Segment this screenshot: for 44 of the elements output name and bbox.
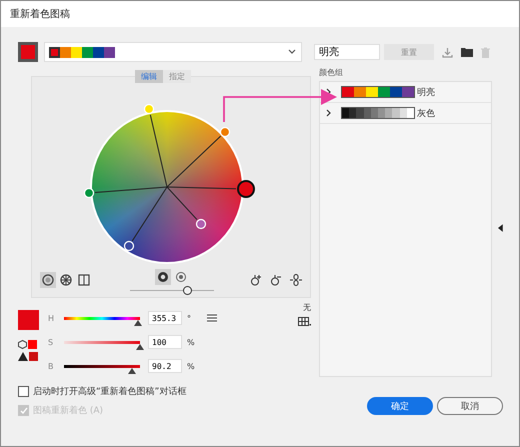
slider-label: S: [48, 338, 54, 346]
color-group-row[interactable]: 灰色: [320, 103, 492, 124]
ok-button[interactable]: 确定: [367, 397, 433, 415]
slider-thumb[interactable]: [128, 368, 136, 374]
slider-thumb[interactable]: [134, 320, 142, 326]
remove-color-icon[interactable]: [270, 274, 282, 286]
value-field[interactable]: 100: [148, 335, 182, 349]
add-color-icon[interactable]: [250, 274, 262, 286]
warning-icon: [18, 352, 28, 361]
color-swatch: [18, 310, 39, 330]
menu-icon[interactable]: [207, 314, 217, 322]
current-color-swatch[interactable]: [18, 42, 38, 62]
link-icon[interactable]: [290, 274, 302, 286]
chevron-down-icon: [288, 49, 296, 55]
group-name-field[interactable]: 明亮: [314, 44, 380, 60]
cancel-button[interactable]: 取消: [437, 397, 503, 415]
window-title: 重新着色图稿: [10, 8, 70, 21]
unit-label: %: [187, 338, 195, 346]
web-color-swatch[interactable]: [28, 340, 37, 349]
group-name: 灰色: [417, 108, 435, 120]
color-handle[interactable]: [237, 180, 255, 198]
none-label: 无: [303, 302, 311, 313]
chevron-right-icon[interactable]: [326, 109, 331, 117]
unit-label: °: [187, 314, 192, 322]
gamut-color-swatch[interactable]: [29, 352, 38, 361]
slider-label: H: [48, 314, 56, 322]
swatches-icon[interactable]: [298, 317, 311, 326]
checkbox[interactable]: [18, 386, 29, 397]
slider-label: B: [48, 362, 54, 370]
group-name: 明亮: [417, 86, 435, 98]
checkbox-label: 启动时打开高级“重新着色图稿”对话框: [33, 386, 186, 398]
value-field[interactable]: 90.2: [148, 359, 182, 373]
collapse-arrow-icon[interactable]: [498, 224, 503, 232]
unit-label: %: [187, 362, 195, 370]
slider-thumb[interactable]: [183, 286, 192, 295]
folder-icon[interactable]: [461, 47, 473, 57]
segmented-wheel-icon[interactable]: [58, 272, 74, 288]
section-label: 颜色组: [319, 67, 344, 78]
harmony-dropdown[interactable]: [44, 42, 302, 62]
smooth-wheel-icon[interactable]: [40, 272, 56, 288]
bars-wheel-icon[interactable]: [76, 272, 92, 288]
brightness-mode-icon[interactable]: [155, 269, 171, 285]
value-field[interactable]: 355.3: [148, 311, 182, 325]
saturation-mode-icon[interactable]: [173, 269, 189, 285]
